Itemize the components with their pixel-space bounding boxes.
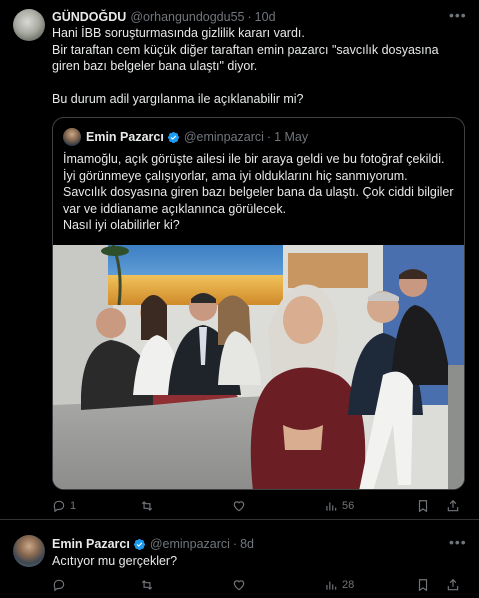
tweet-text: Hani İBB soruşturmasında gizlilik kararı…: [52, 26, 439, 106]
views-count: 56: [342, 500, 355, 512]
family-photo-illustration: [53, 245, 464, 489]
views-count: 28: [342, 579, 355, 591]
quote-author-handle: @eminpazarci: [183, 130, 264, 144]
separator-dot: ·: [247, 10, 252, 24]
more-icon[interactable]: •••: [449, 8, 466, 26]
like-icon: [233, 501, 245, 512]
author-handle[interactable]: @eminpazarci: [150, 537, 230, 551]
share-icon: [447, 578, 459, 591]
retweet-icon: [141, 580, 153, 590]
more-icon[interactable]: •••: [449, 535, 466, 553]
tweet-header: GÜNDOĞDU @orhangundogdu55 · 10d: [52, 9, 276, 25]
like-button[interactable]: [232, 499, 324, 513]
like-button[interactable]: [232, 578, 324, 592]
retweet-icon: [141, 501, 153, 511]
views-button[interactable]: 56: [324, 499, 416, 513]
quote-timestamp: 1 May: [274, 130, 309, 144]
reply-button[interactable]: 1: [52, 499, 140, 513]
quote-author-name: Emin Pazarcı: [86, 130, 164, 144]
quoted-tweet[interactable]: Emin Pazarcı @eminpazarci · 1 May İmamoğ…: [52, 117, 465, 490]
reply-button[interactable]: [52, 578, 140, 592]
quote-text: İmamoğlu, açık görüşte ailesi ile bir ar…: [63, 152, 454, 232]
separator-dot: ·: [232, 537, 238, 551]
author-name[interactable]: Emin Pazarcı: [52, 537, 130, 551]
bookmark-button[interactable]: [416, 499, 446, 513]
avatar[interactable]: [13, 9, 45, 41]
retweet-button[interactable]: [140, 578, 232, 592]
quoted-photo[interactable]: [53, 245, 464, 489]
quote-header: Emin Pazarcı @eminpazarci · 1 May: [86, 129, 308, 145]
reply-count: 1: [70, 500, 77, 512]
verified-badge-icon: [167, 131, 179, 143]
bookmark-button[interactable]: [416, 578, 446, 592]
tweet-header: Emin Pazarcı @eminpazarci · 8d: [52, 536, 254, 552]
reply-icon: [53, 500, 65, 513]
like-icon: [233, 580, 245, 591]
share-button[interactable]: [446, 499, 466, 513]
tweet-actions: 28: [52, 576, 472, 594]
reply-icon: [53, 579, 65, 592]
avatar: [63, 128, 81, 146]
retweet-button[interactable]: [140, 499, 232, 513]
separator-dot: ·: [266, 130, 272, 144]
verified-badge-icon: [133, 538, 145, 550]
bookmark-icon: [418, 500, 428, 513]
author-handle[interactable]: @orhangundogdu55: [130, 10, 244, 24]
views-icon: [326, 502, 337, 511]
share-button[interactable]: [446, 578, 466, 592]
tweet-gundogdu[interactable]: GÜNDOĞDU @orhangundogdu55 · 10d ••• Hani…: [0, 0, 479, 520]
bookmark-icon: [418, 579, 428, 592]
avatar[interactable]: [13, 535, 45, 567]
tweet-text: Acıtıyor mu gerçekler?: [52, 554, 178, 568]
tweet-actions: 1 56: [52, 497, 472, 515]
timestamp[interactable]: 10d: [255, 10, 276, 24]
views-icon: [326, 581, 337, 590]
views-button[interactable]: 28: [324, 578, 416, 592]
timestamp[interactable]: 8d: [240, 537, 254, 551]
share-icon: [447, 499, 459, 512]
author-name[interactable]: GÜNDOĞDU: [52, 10, 126, 24]
